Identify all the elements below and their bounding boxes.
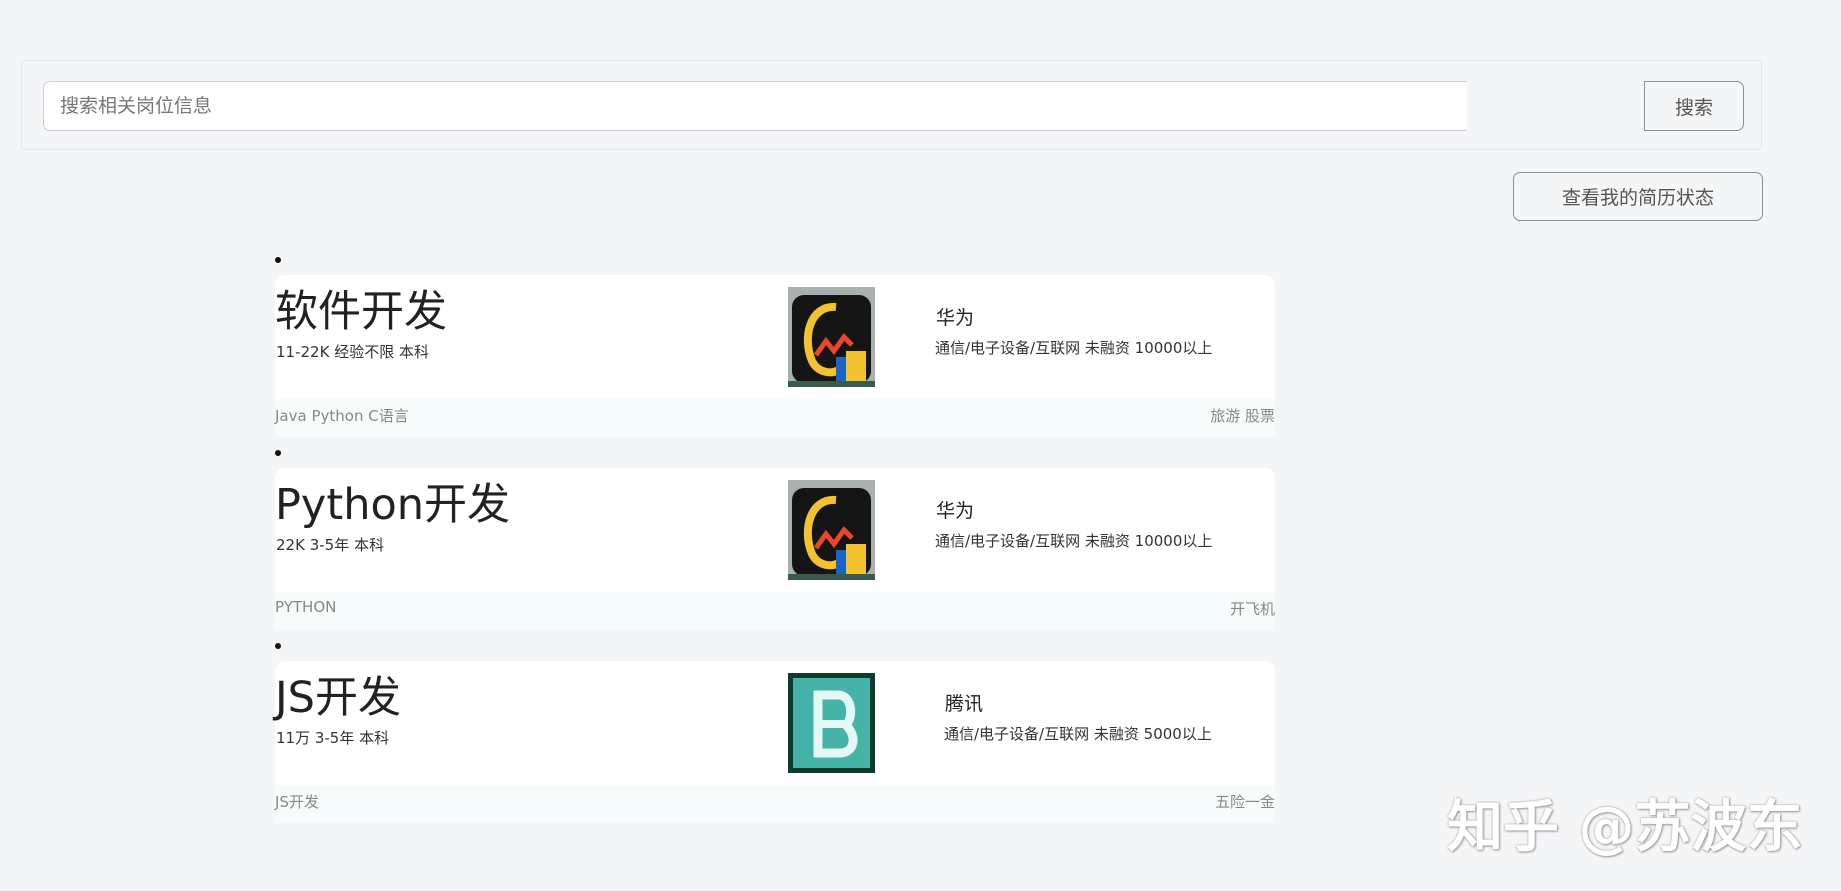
job-list: 软件开发 11-22K 经验不限 本科 华为 通信/电子设备/互联网 未融资 1… [275,249,1275,828]
job-list-item: JS开发 11万 3-5年 本科 腾讯 通信/电子设备/互联网 未融资 5000… [275,635,1275,828]
list-bullet [275,450,281,456]
job-list-item: 软件开发 11-22K 经验不限 本科 华为 通信/电子设备/互联网 未融资 1… [275,249,1275,442]
job-card[interactable]: JS开发 11万 3-5年 本科 腾讯 通信/电子设备/互联网 未融资 5000… [275,661,1275,785]
watermark: 知乎 @苏波东 [1447,795,1803,860]
job-meta: 22K 3-5年 本科 [276,536,384,554]
search-input[interactable] [43,81,1467,131]
view-resume-status-button[interactable]: 查看我的简历状态 [1513,172,1763,221]
job-skills: PYTHON [275,598,337,616]
search-panel: 搜索 [21,60,1762,150]
list-bullet [275,257,281,263]
job-welfare: 旅游 股票 [1210,407,1275,425]
job-skills: JS开发 [275,793,319,811]
company-name[interactable]: 华为 [936,303,974,330]
company-logo-icon [788,480,875,580]
company-name[interactable]: 华为 [936,496,974,523]
job-title[interactable]: Python开发 [275,470,510,532]
job-card[interactable]: 软件开发 11-22K 经验不限 本科 华为 通信/电子设备/互联网 未融资 1… [275,275,1275,399]
letter-b-logo-icon [788,673,875,773]
company-info: 通信/电子设备/互联网 未融资 5000以上 [944,725,1212,743]
job-title[interactable]: 软件开发 [275,277,447,339]
search-button[interactable]: 搜索 [1644,81,1744,131]
company-info: 通信/电子设备/互联网 未融资 10000以上 [935,532,1213,550]
job-list-item: Python开发 22K 3-5年 本科 华为 通信/电子设备/互联网 未融资 … [275,442,1275,635]
job-tags-bar: Java Python C语言 旅游 股票 [275,399,1275,437]
job-welfare: 开飞机 [1229,600,1275,618]
job-meta: 11万 3-5年 本科 [276,729,390,747]
list-bullet [275,643,281,649]
company-info: 通信/电子设备/互联网 未融资 10000以上 [935,339,1213,357]
job-title[interactable]: JS开发 [275,663,401,725]
job-tags-bar: PYTHON 开飞机 [275,592,1275,630]
job-card[interactable]: Python开发 22K 3-5年 本科 华为 通信/电子设备/互联网 未融资 … [275,468,1275,592]
company-logo-icon [788,287,875,387]
job-skills: Java Python C语言 [275,407,409,425]
job-meta: 11-22K 经验不限 本科 [276,343,429,361]
job-welfare: 五险一金 [1214,793,1275,811]
job-tags-bar: JS开发 五险一金 [275,785,1275,823]
company-name[interactable]: 腾讯 [945,689,983,716]
